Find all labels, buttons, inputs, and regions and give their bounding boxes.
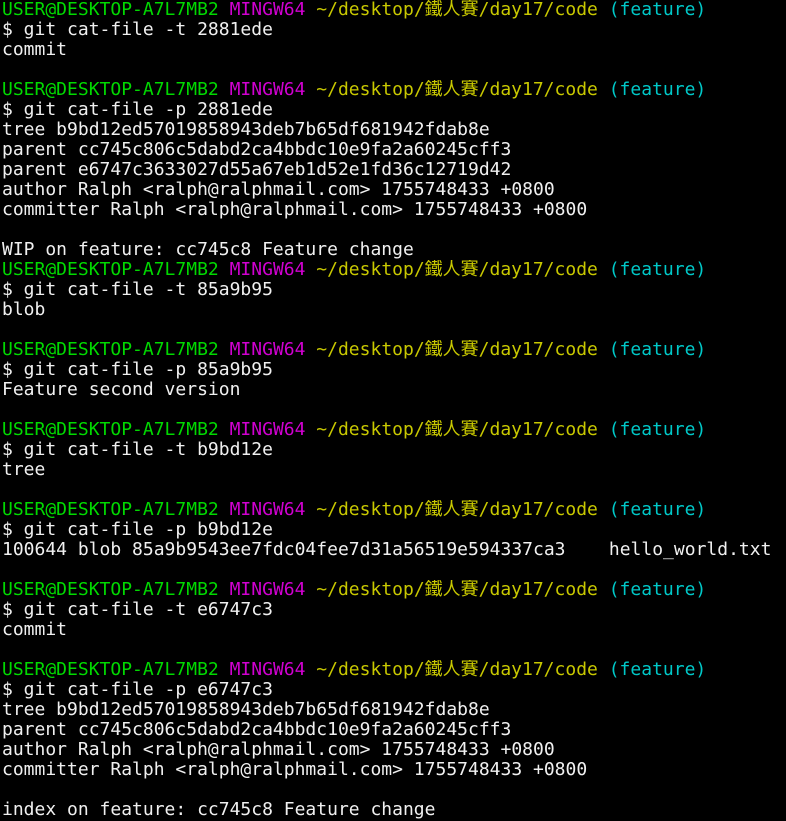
prompt-path: ~/desktop/鐵人賽/day17/code bbox=[316, 660, 598, 680]
prompt-path: ~/desktop/鐵人賽/day17/code bbox=[316, 260, 598, 280]
output-line: parent e6747c3633027d55a67eb1d52e1fd36c1… bbox=[2, 160, 512, 180]
output-line: index on feature: cc745c8 Feature change bbox=[2, 800, 436, 820]
output-line: blob bbox=[2, 300, 46, 320]
prompt-line: USER@DESKTOP-A7L7MB2 MINGW64 ~/desktop/鐵… bbox=[2, 500, 786, 520]
output-line: commit bbox=[2, 620, 68, 640]
prompt-line: USER@DESKTOP-A7L7MB2 MINGW64 ~/desktop/鐵… bbox=[2, 260, 786, 280]
output-line: tree bbox=[2, 460, 46, 480]
prompt-path: ~/desktop/鐵人賽/day17/code bbox=[316, 420, 598, 440]
output-line: committer Ralph <ralph@ralphmail.com> 17… bbox=[2, 760, 588, 780]
output-line: Feature second version bbox=[2, 380, 241, 400]
prompt-shell: MINGW64 bbox=[229, 500, 306, 520]
prompt-user-host: USER@DESKTOP-A7L7MB2 bbox=[2, 420, 219, 440]
output-line: parent cc745c806c5dabd2ca4bbdc10e9fa2a60… bbox=[2, 720, 512, 740]
prompt-shell: MINGW64 bbox=[229, 660, 306, 680]
command-line: $ git cat-file -p 85a9b95 bbox=[2, 360, 273, 380]
prompt-path: ~/desktop/鐵人賽/day17/code bbox=[316, 580, 598, 600]
output-line: WIP on feature: cc745c8 Feature change bbox=[2, 240, 414, 260]
prompt-line: USER@DESKTOP-A7L7MB2 MINGW64 ~/desktop/鐵… bbox=[2, 420, 786, 440]
prompt-user-host: USER@DESKTOP-A7L7MB2 bbox=[2, 660, 219, 680]
prompt-shell: MINGW64 bbox=[229, 80, 306, 100]
prompt-branch: (feature) bbox=[608, 580, 707, 600]
command-line: $ git cat-file -t e6747c3 bbox=[2, 600, 273, 620]
prompt-line: USER@DESKTOP-A7L7MB2 MINGW64 ~/desktop/鐵… bbox=[2, 340, 786, 360]
prompt-branch: (feature) bbox=[608, 260, 707, 280]
command-line: $ git cat-file -p b9bd12e bbox=[2, 520, 273, 540]
command-line: $ git cat-file -p 2881ede bbox=[2, 100, 273, 120]
prompt-user-host: USER@DESKTOP-A7L7MB2 bbox=[2, 340, 219, 360]
prompt-line: USER@DESKTOP-A7L7MB2 MINGW64 ~/desktop/鐵… bbox=[2, 580, 786, 600]
prompt-branch: (feature) bbox=[608, 80, 707, 100]
output-line: committer Ralph <ralph@ralphmail.com> 17… bbox=[2, 200, 588, 220]
prompt-branch: (feature) bbox=[608, 660, 707, 680]
terminal-window[interactable]: USER@DESKTOP-A7L7MB2 MINGW64 ~/desktop/鐵… bbox=[0, 0, 786, 821]
output-line: author Ralph <ralph@ralphmail.com> 17557… bbox=[2, 740, 555, 760]
command-line: $ git cat-file -t b9bd12e bbox=[2, 440, 273, 460]
prompt-shell: MINGW64 bbox=[229, 420, 306, 440]
prompt-user-host: USER@DESKTOP-A7L7MB2 bbox=[2, 80, 219, 100]
prompt-branch: (feature) bbox=[608, 500, 707, 520]
output-line: 100644 blob 85a9b9543ee7fdc04fee7d31a565… bbox=[2, 540, 772, 560]
command-line: $ git cat-file -t 85a9b95 bbox=[2, 280, 273, 300]
prompt-path: ~/desktop/鐵人賽/day17/code bbox=[316, 80, 598, 100]
prompt-branch: (feature) bbox=[608, 340, 707, 360]
prompt-shell: MINGW64 bbox=[229, 580, 306, 600]
command-line: $ git cat-file -t 2881ede bbox=[2, 20, 273, 40]
prompt-line: USER@DESKTOP-A7L7MB2 MINGW64 ~/desktop/鐵… bbox=[2, 80, 786, 100]
prompt-branch: (feature) bbox=[608, 420, 707, 440]
command-line: $ git cat-file -p e6747c3 bbox=[2, 680, 273, 700]
output-line: commit bbox=[2, 40, 68, 60]
prompt-line: USER@DESKTOP-A7L7MB2 MINGW64 ~/desktop/鐵… bbox=[2, 0, 786, 20]
output-line: author Ralph <ralph@ralphmail.com> 17557… bbox=[2, 180, 555, 200]
output-line: parent cc745c806c5dabd2ca4bbdc10e9fa2a60… bbox=[2, 140, 512, 160]
prompt-branch: (feature) bbox=[608, 0, 707, 20]
prompt-user-host: USER@DESKTOP-A7L7MB2 bbox=[2, 580, 219, 600]
prompt-path: ~/desktop/鐵人賽/day17/code bbox=[316, 340, 598, 360]
output-line: tree b9bd12ed57019858943deb7b65df681942f… bbox=[2, 700, 490, 720]
prompt-user-host: USER@DESKTOP-A7L7MB2 bbox=[2, 0, 219, 20]
prompt-user-host: USER@DESKTOP-A7L7MB2 bbox=[2, 500, 219, 520]
prompt-shell: MINGW64 bbox=[229, 340, 306, 360]
output-line: tree b9bd12ed57019858943deb7b65df681942f… bbox=[2, 120, 490, 140]
prompt-path: ~/desktop/鐵人賽/day17/code bbox=[316, 500, 598, 520]
prompt-shell: MINGW64 bbox=[229, 0, 306, 20]
prompt-path: ~/desktop/鐵人賽/day17/code bbox=[316, 0, 598, 20]
prompt-line: USER@DESKTOP-A7L7MB2 MINGW64 ~/desktop/鐵… bbox=[2, 660, 786, 680]
prompt-shell: MINGW64 bbox=[229, 260, 306, 280]
prompt-user-host: USER@DESKTOP-A7L7MB2 bbox=[2, 260, 219, 280]
